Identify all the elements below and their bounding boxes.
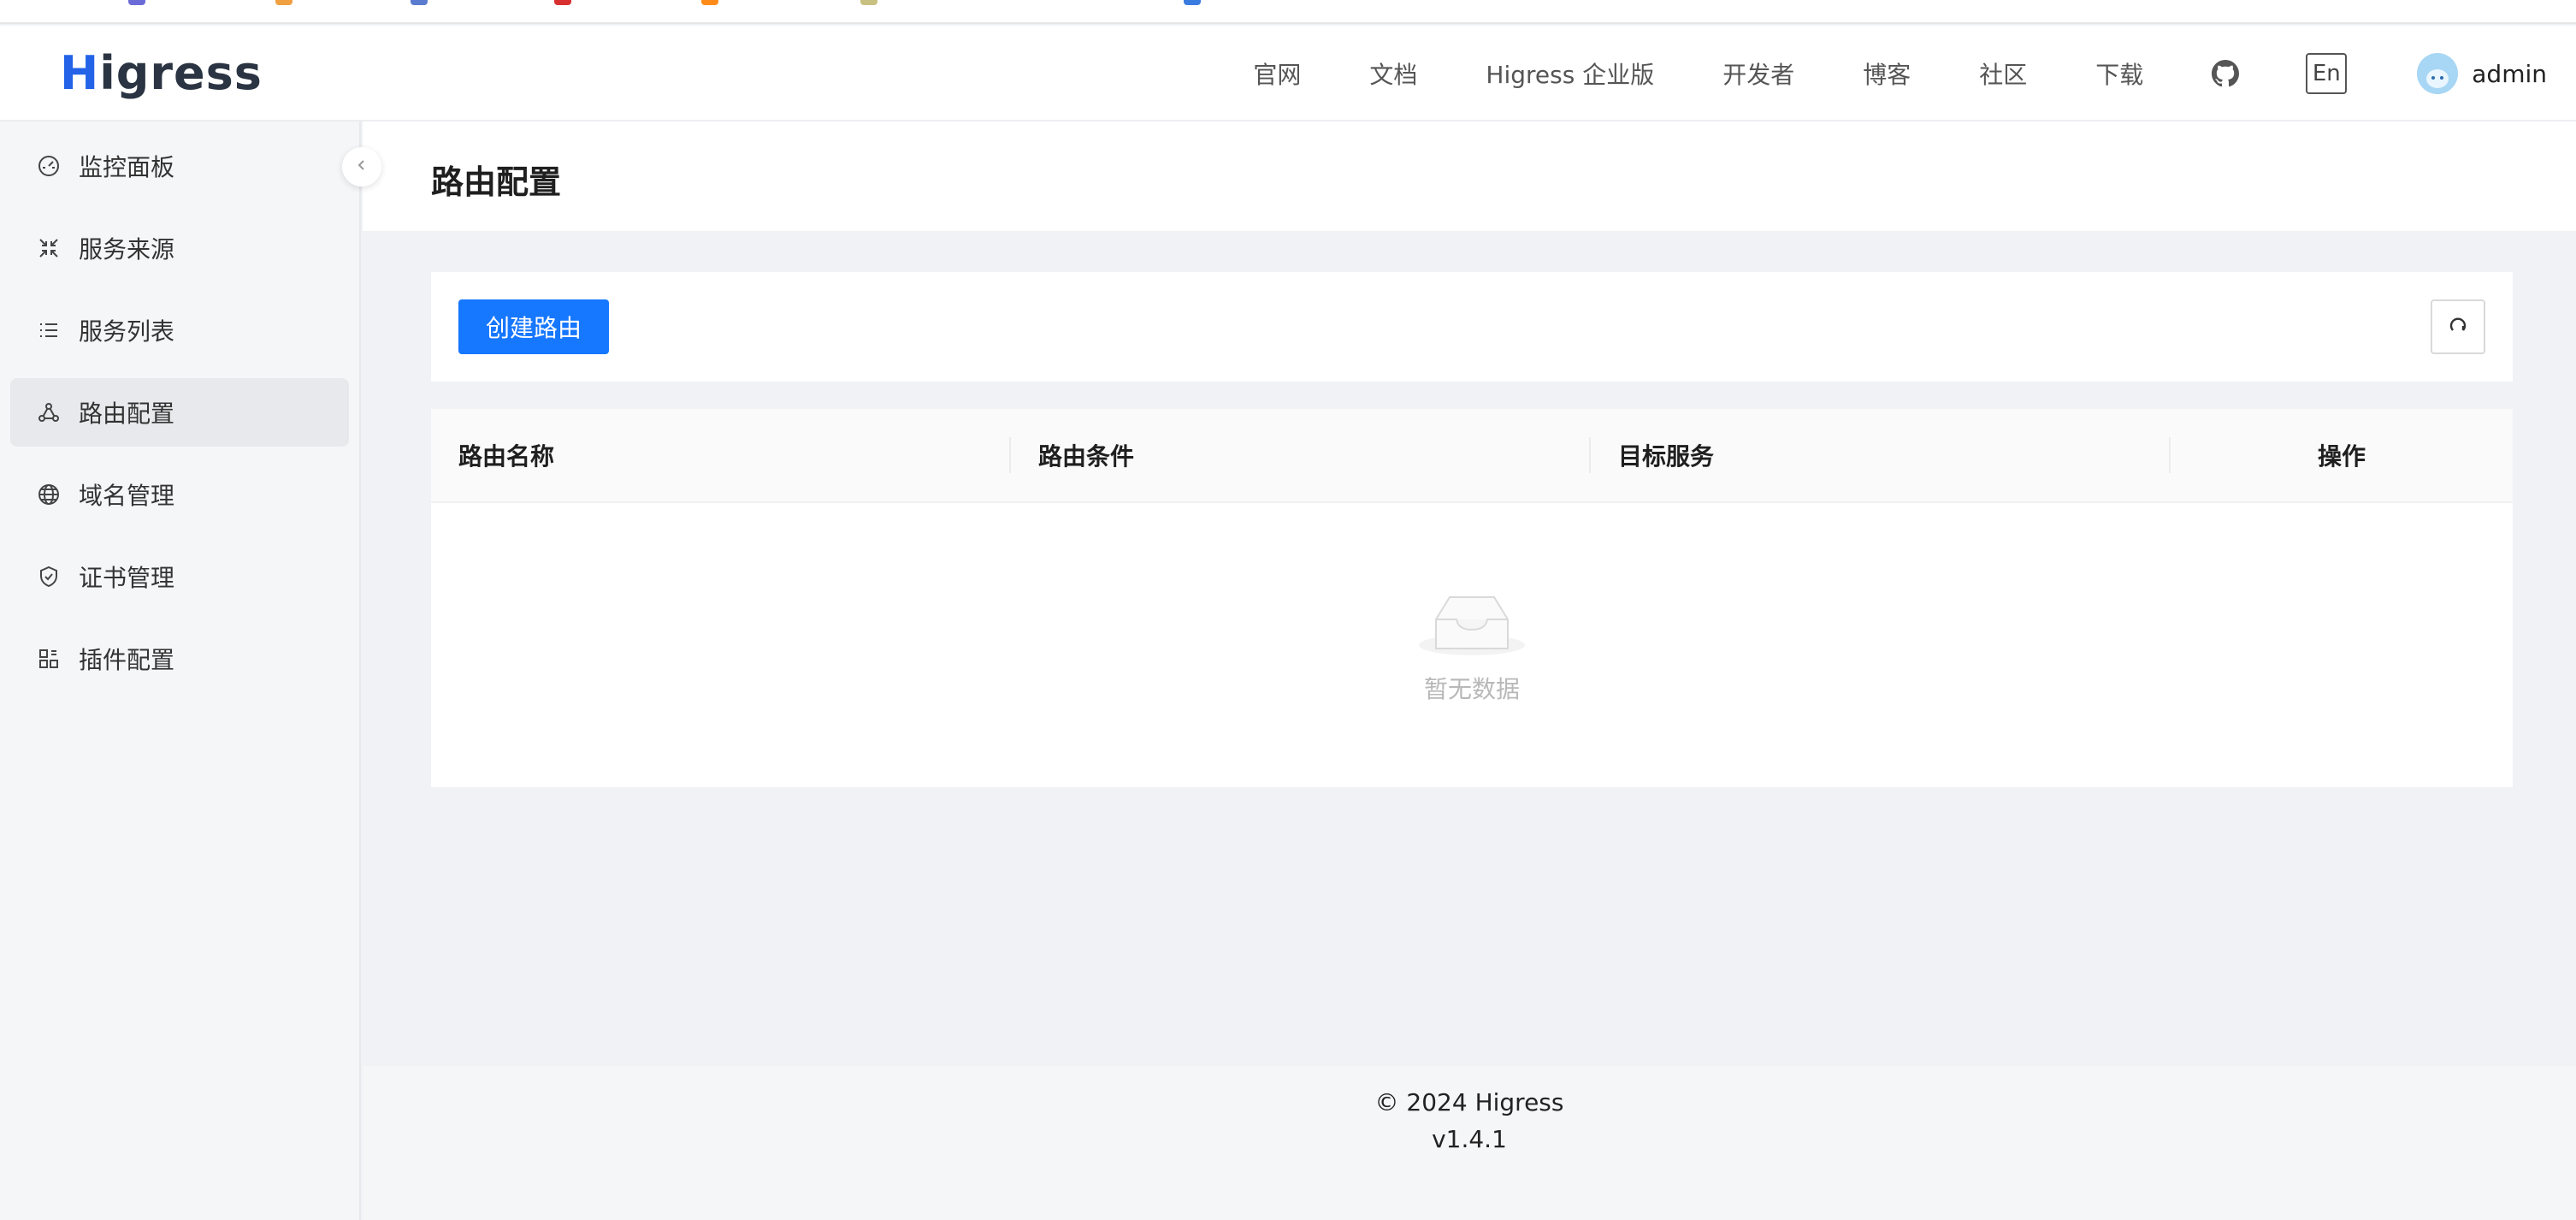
- page-title: 路由配置: [431, 163, 562, 201]
- higress-logo[interactable]: Higress: [60, 43, 263, 103]
- sidebar-item-label: 插件配置: [79, 646, 175, 674]
- avatar: [2417, 53, 2459, 94]
- page-header: 路由配置: [363, 121, 2576, 231]
- nav-community[interactable]: 社区: [1979, 56, 2027, 91]
- nav-download[interactable]: 下载: [2095, 56, 2143, 91]
- chevron-left-icon: [354, 157, 369, 176]
- user-name: admin: [2472, 59, 2547, 88]
- sidebar-item-label: 证书管理: [79, 564, 175, 592]
- sidebar-item-domain-management[interactable]: 域名管理: [10, 460, 349, 529]
- network-icon: [36, 400, 62, 425]
- sidebar-item-label: 域名管理: [79, 482, 175, 510]
- sidebar-item-service-list[interactable]: 服务列表: [10, 296, 349, 364]
- nav-official-site[interactable]: 官网: [1253, 56, 1301, 91]
- top-header: Higress 官网 文档 Higress 企业版 开发者 博客 社区 下载 E…: [0, 26, 2576, 121]
- footer: © 2024 Higress v1.4.1: [363, 1066, 2576, 1220]
- sidebar-item-service-source[interactable]: 服务来源: [10, 214, 349, 282]
- create-route-button[interactable]: 创建路由: [458, 299, 609, 354]
- top-nav: 官网 文档 Higress 企业版 开发者 博客 社区 下载 En admin: [1253, 26, 2576, 121]
- column-header-actions: 操作: [2317, 442, 2366, 471]
- plugin-icon: [36, 646, 62, 672]
- sidebar-item-plugin-config[interactable]: 插件配置: [10, 625, 349, 693]
- github-icon[interactable]: [2212, 60, 2240, 87]
- sidebar-item-dashboard[interactable]: 监控面板: [10, 132, 349, 200]
- nav-blog[interactable]: 博客: [1863, 56, 1911, 91]
- sidebar-item-label: 服务列表: [79, 317, 175, 346]
- language-toggle-button[interactable]: En: [2306, 53, 2348, 94]
- nav-docs[interactable]: 文档: [1369, 56, 1417, 91]
- route-table: 路由名称 路由条件 目标服务 操作 暂无数据: [431, 409, 2513, 787]
- user-menu[interactable]: admin: [2417, 53, 2547, 94]
- table-header: 路由名称 路由条件 目标服务 操作: [431, 409, 2513, 503]
- sidebar-item-label: 路由配置: [79, 400, 175, 428]
- empty-box-icon: [1417, 585, 1527, 660]
- refresh-icon: [2445, 312, 2471, 341]
- column-header-target-service[interactable]: 目标服务: [1591, 408, 2171, 502]
- dashboard-icon: [36, 153, 62, 179]
- sidebar: 监控面板 服务来源 服务列表 路由配置 域名管理 证书管理 插件配置: [0, 121, 361, 1220]
- sidebar-item-route-config[interactable]: 路由配置: [10, 378, 349, 447]
- sidebar-item-label: 监控面板: [79, 153, 175, 181]
- shield-icon: [36, 564, 62, 589]
- globe-icon: [36, 482, 62, 507]
- sidebar-item-label: 服务来源: [79, 235, 175, 264]
- arrows-in-icon: [36, 235, 62, 261]
- column-header-route-condition[interactable]: 路由条件: [1011, 408, 1591, 502]
- refresh-button[interactable]: [2431, 299, 2485, 354]
- logo-text: Higress: [60, 45, 263, 100]
- nav-enterprise[interactable]: Higress 企业版: [1486, 56, 1654, 91]
- sidebar-collapse-button[interactable]: [342, 147, 381, 187]
- browser-bookmarks-strip: [0, 0, 2576, 24]
- empty-text: 暂无数据: [1423, 675, 1520, 703]
- route-toolbar: 创建路由: [431, 272, 2513, 382]
- footer-copyright: © 2024 Higress: [1374, 1088, 1564, 1116]
- column-header-route-name[interactable]: 路由名称: [431, 408, 1011, 502]
- empty-state: 暂无数据: [431, 503, 2513, 787]
- nav-developer[interactable]: 开发者: [1722, 56, 1794, 91]
- sidebar-item-certificate-management[interactable]: 证书管理: [10, 542, 349, 611]
- list-icon: [36, 317, 62, 343]
- footer-version: v1.4.1: [1432, 1125, 1507, 1153]
